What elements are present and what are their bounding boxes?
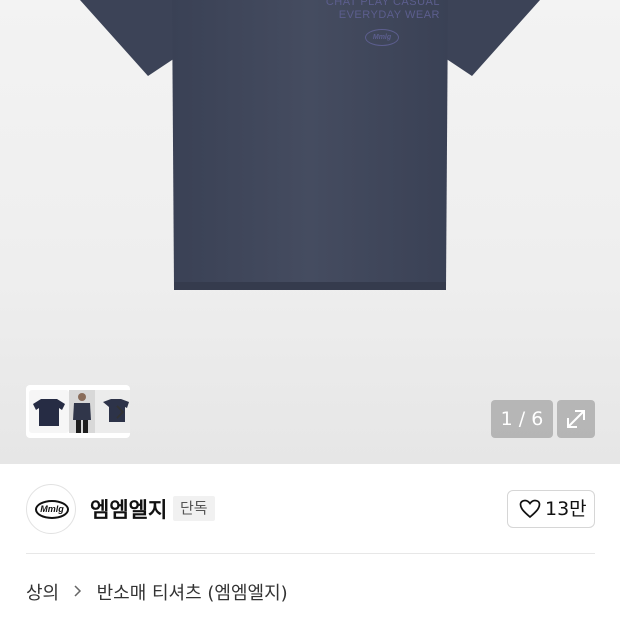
divider	[26, 553, 595, 554]
thumbnail-front[interactable]	[29, 390, 69, 433]
shirt-print-logo: Mmlg	[365, 29, 399, 46]
breadcrumb-item-category[interactable]: 상의	[26, 580, 59, 608]
expand-arrows-icon	[567, 410, 585, 428]
thumbnail-model[interactable]	[69, 390, 95, 433]
like-button[interactable]: 13만	[507, 490, 595, 528]
brand-name[interactable]: 엠엠엘지	[90, 494, 167, 524]
shirt-print-line1: CHAT PLAY CASUAL	[325, 0, 440, 8]
heart-outline-icon	[519, 499, 541, 519]
expand-button[interactable]	[557, 400, 595, 438]
breadcrumb-item-subcategory[interactable]: 반소매 티셔츠 (엠엠엘지)	[97, 580, 288, 608]
breadcrumb: 상의 반소매 티셔츠 (엠엠엘지)	[26, 580, 288, 608]
product-image-gallery[interactable]: CHAT PLAY CASUAL EVERYDAY WEAR Mmlg 1 / …	[0, 0, 620, 464]
shirt-print-line2: EVERYDAY WEAR	[338, 9, 440, 21]
brand-logo[interactable]: Mmlg	[26, 484, 76, 534]
image-counter: 1 / 6	[491, 400, 553, 438]
brand-logo-text: Mmlg	[35, 500, 69, 519]
like-count: 13만	[545, 498, 587, 520]
exclusive-badge: 단독	[173, 496, 215, 521]
chevron-right-icon	[73, 580, 83, 608]
chevron-right-icon[interactable]	[110, 398, 130, 426]
